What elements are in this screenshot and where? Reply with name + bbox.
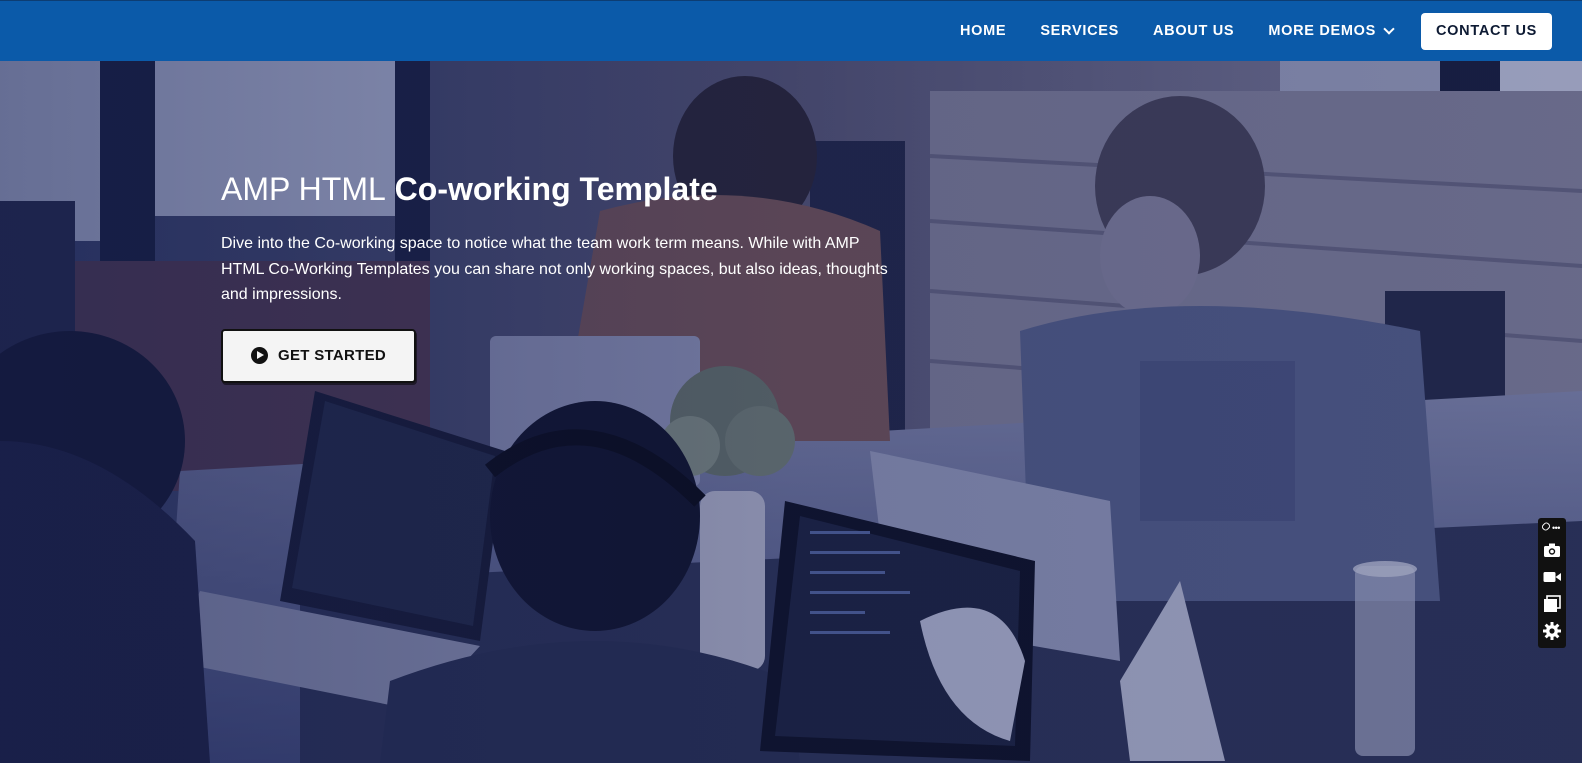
toolbar-header[interactable]: ••• [1540, 521, 1562, 533]
hero-title-light: AMP HTML [221, 171, 386, 207]
settings-icon[interactable] [1542, 621, 1562, 641]
more-icon: ••• [1552, 523, 1560, 533]
play-circle-icon [251, 347, 268, 364]
get-started-button[interactable]: GET STARTED [221, 328, 417, 383]
chevron-down-icon [1383, 23, 1395, 35]
floating-capture-toolbar: ••• [1538, 518, 1566, 648]
nav-services-label: SERVICES [1040, 23, 1119, 39]
nav-home-label: HOME [960, 23, 1007, 39]
nav-more-demos[interactable]: MORE DEMOS [1268, 23, 1395, 39]
hero-description: Dive into the Co-working space to notice… [221, 235, 888, 303]
nav-home[interactable]: HOME [960, 23, 1006, 39]
get-started-label: GET STARTED [278, 347, 387, 364]
hero-background-image [0, 61, 1582, 763]
hero-title: AMP HTML Co-working Template [221, 169, 921, 209]
hero-title-bold: Co-working Template [394, 171, 718, 207]
nav-more-demos-label: MORE DEMOS [1268, 23, 1377, 39]
video-icon[interactable] [1542, 567, 1562, 587]
nav-about-us-label: ABOUT US [1152, 23, 1235, 39]
top-navbar: HOME SERVICES ABOUT US MORE DEMOS CONTAC… [0, 0, 1582, 61]
hero-content: AMP HTML Co-working Template Dive into t… [221, 169, 921, 383]
page: HOME SERVICES ABOUT US MORE DEMOS CONTAC… [0, 0, 1582, 763]
camera-icon[interactable] [1542, 540, 1562, 560]
link-icon [1540, 521, 1552, 532]
main-nav: HOME SERVICES ABOUT US MORE DEMOS [960, 1, 1395, 61]
hero-section: AMP HTML Co-working Template Dive into t… [0, 61, 1582, 763]
window-icon[interactable] [1542, 594, 1562, 614]
nav-about-us[interactable]: ABOUT US [1153, 23, 1234, 39]
contact-us-button[interactable]: CONTACT US [1421, 12, 1552, 50]
nav-services[interactable]: SERVICES [1040, 23, 1119, 39]
